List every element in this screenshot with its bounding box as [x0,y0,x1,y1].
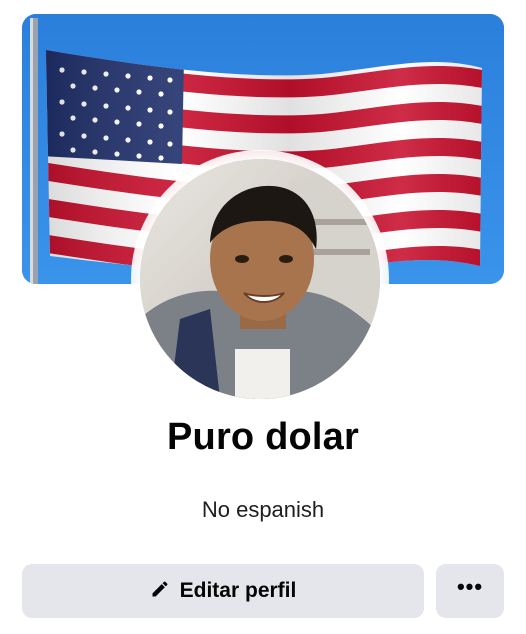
edit-profile-button[interactable]: Editar perfil [22,564,424,618]
avatar[interactable] [140,159,380,399]
profile-name: Puro dolar [166,416,360,458]
edit-profile-label: Editar perfil [179,579,297,602]
more-options-button[interactable]: ••• [436,564,504,618]
pencil-icon [150,579,170,604]
profile-bio: No espanish [201,497,325,522]
ellipsis-icon: ••• [456,574,484,599]
profile-photo [140,159,380,399]
